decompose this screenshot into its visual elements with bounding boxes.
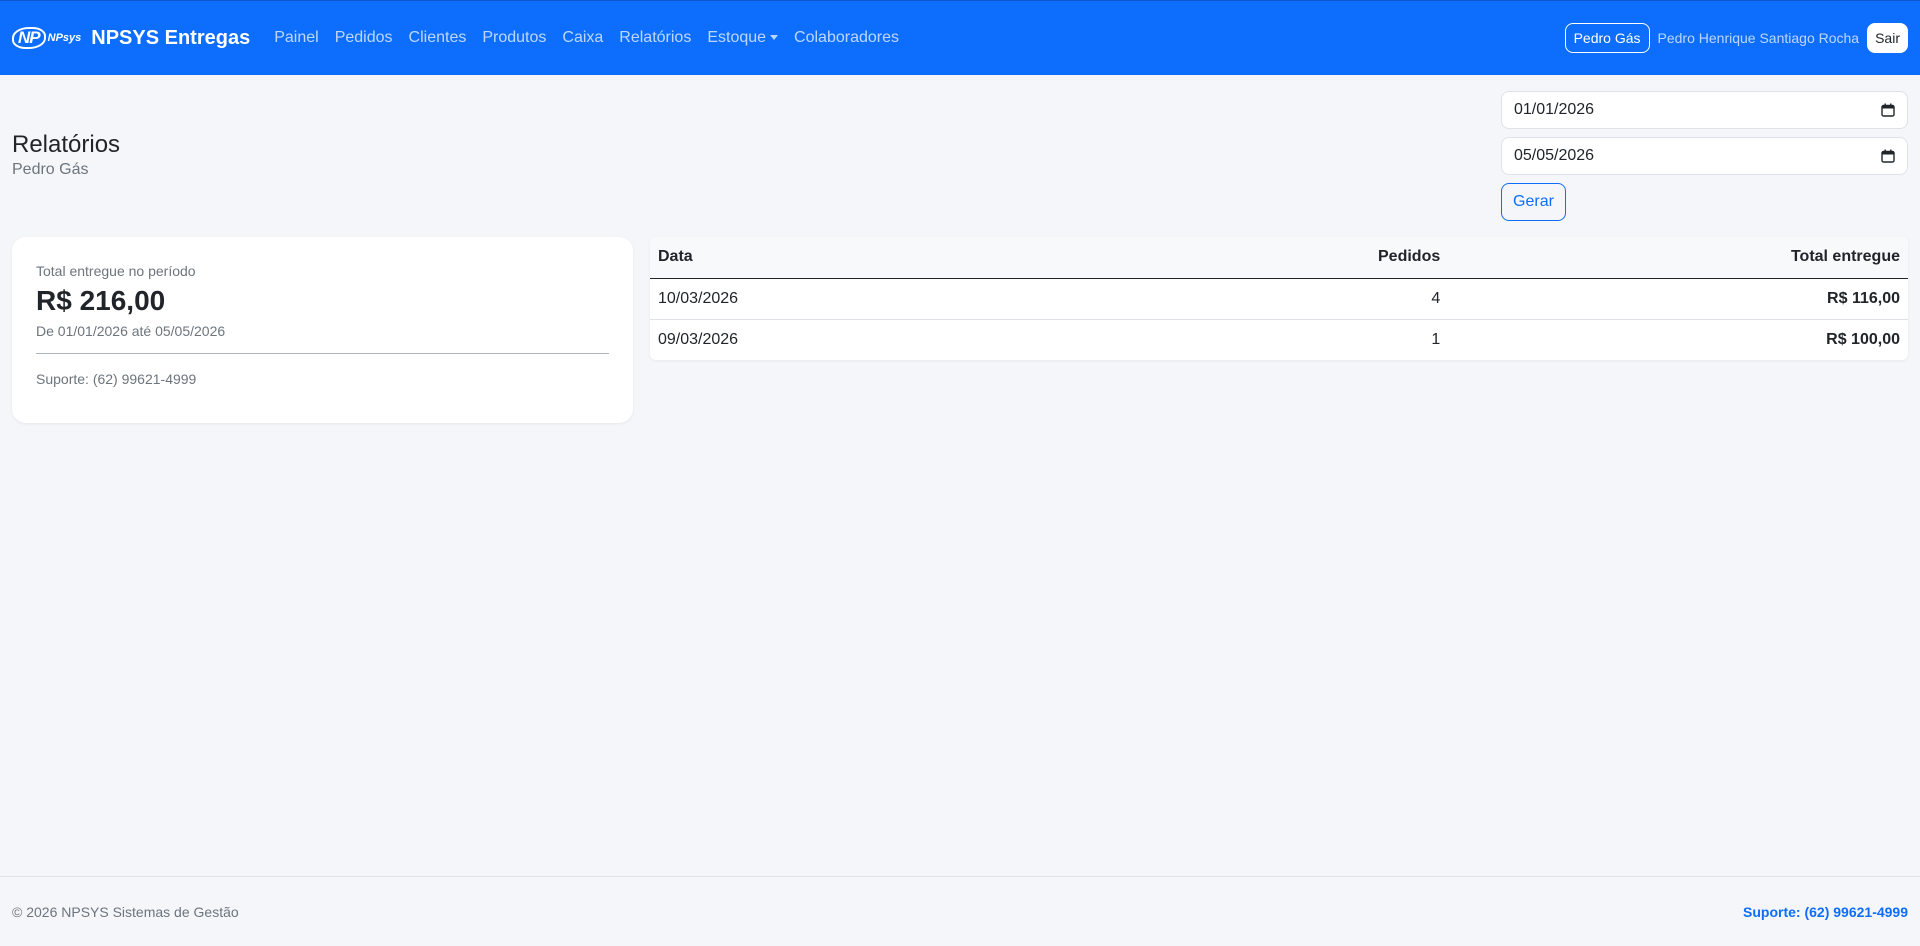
logo-mark: NP (12, 27, 46, 49)
user-name: Pedro Henrique Santiago Rocha (1657, 30, 1860, 46)
cell-total: R$ 116,00 (1448, 278, 1908, 320)
column-header-orders: Pedidos (1370, 237, 1449, 279)
end-date-input[interactable]: 05/05/2026 (1501, 137, 1908, 175)
footer-support-link[interactable]: Suporte: (62) 99621-4999 (1743, 904, 1908, 920)
logo-text: NPsys (47, 32, 82, 44)
summary-card: Total entregue no período R$ 216,00 De 0… (12, 237, 633, 423)
footer-copyright: © 2026 NPSYS Sistemas de Gestão (12, 903, 239, 920)
nav-link-painel[interactable]: Painel (274, 29, 318, 47)
nav-links: Painel Pedidos Clientes Produtos Caixa R… (274, 29, 899, 47)
table-header-row: Data Pedidos Total entregue (650, 237, 1908, 279)
page-subtitle: Pedro Gás (12, 161, 89, 178)
summary-label: Total entregue no período (36, 263, 196, 279)
nav-link-relatorios[interactable]: Relatórios (619, 29, 691, 47)
nav-link-caixa[interactable]: Caixa (562, 29, 603, 47)
summary-support: Suporte: (62) 99621-4999 (36, 371, 197, 387)
cell-total: R$ 100,00 (1826, 330, 1900, 348)
report-table: Data Pedidos Total entregue 10/03/2026 4… (650, 237, 1908, 360)
nav-dropdown-estoque-label: Estoque (707, 29, 767, 46)
summary-total-value: R$ 216,00 (36, 285, 166, 316)
cell-date: 09/03/2026 (658, 330, 739, 348)
calendar-icon[interactable] (1881, 103, 1895, 117)
top-navbar: NP NPsys NPSYS Entregas Painel Pedidos C… (0, 0, 1920, 75)
footer: © 2026 NPSYS Sistemas de Gestão Suporte:… (0, 876, 1920, 946)
start-date-value: 01/01/2026 (1514, 101, 1595, 118)
start-date-input[interactable]: 01/01/2026 (1501, 91, 1908, 129)
page-title: Relatórios (12, 131, 121, 158)
summary-date-range: De 01/01/2026 até 05/05/2026 (36, 323, 226, 339)
npsys-logo: NP NPsys (12, 27, 81, 49)
nav-link-produtos[interactable]: Produtos (482, 29, 546, 47)
end-date-value: 05/05/2026 (1514, 147, 1595, 164)
nav-user-area: Pedro Gás Pedro Henrique Santiago Rocha … (1564, 23, 1908, 53)
nav-dropdown-estoque[interactable]: Estoque (707, 29, 779, 47)
summary-divider (36, 353, 609, 354)
generate-button[interactable]: Gerar (1501, 183, 1566, 221)
nav-link-colaboradores[interactable]: Colaboradores (794, 29, 899, 47)
cell-orders: 4 (1370, 278, 1449, 320)
table-row: 10/03/2026 4 R$ 116,00 (650, 278, 1908, 320)
cell-date: 10/03/2026 (650, 278, 1370, 320)
table-row: 09/03/2026 1 R$ 100,00 (650, 319, 1908, 360)
column-header-date: Data (650, 237, 1370, 279)
calendar-icon[interactable] (1881, 149, 1895, 163)
column-header-total: Total entregue (1448, 237, 1908, 279)
chevron-down-icon (770, 35, 779, 41)
cell-orders: 1 (1431, 330, 1441, 348)
brand[interactable]: NP NPsys NPSYS Entregas (12, 27, 250, 50)
brand-name[interactable]: NPSYS Entregas (91, 27, 250, 50)
nav-link-pedidos[interactable]: Pedidos (335, 29, 393, 47)
company-badge: Pedro Gás (1564, 23, 1650, 53)
logout-button[interactable]: Sair (1867, 23, 1908, 53)
nav-link-clientes[interactable]: Clientes (409, 29, 467, 47)
